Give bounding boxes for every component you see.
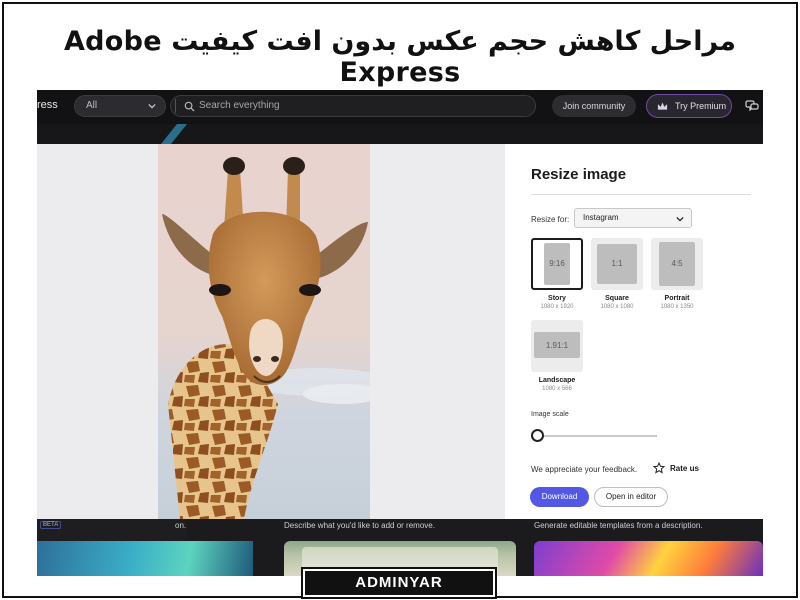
brand-name[interactable]: ress <box>37 99 58 111</box>
resize-for-select[interactable]: Instagram <box>574 208 692 228</box>
card-description: on. <box>175 521 187 530</box>
crown-icon <box>657 102 668 110</box>
join-community-button[interactable]: Join community <box>552 95 636 117</box>
beta-badge: BETA <box>40 521 62 529</box>
search-icon <box>184 101 195 112</box>
card-thumbnail[interactable] <box>37 541 253 576</box>
decorative-shape <box>161 124 187 144</box>
image-scale-label: Image scale <box>531 411 569 418</box>
open-in-editor-button[interactable]: Open in editor <box>594 487 668 507</box>
panel-title: Resize image <box>531 166 627 183</box>
option-dimensions: 1080 x 566 <box>542 386 572 392</box>
card-description: Generate editable templates from a descr… <box>534 521 703 530</box>
toolbar-strip <box>37 124 763 144</box>
option-ratio: 1.91:1 <box>545 341 569 350</box>
resize-panel: Resize image Resize for: Instagram 9:16 … <box>505 144 763 519</box>
option-thumbnail: 4:5 <box>651 238 703 290</box>
resize-workspace: Resize image Resize for: Instagram 9:16 … <box>37 144 763 574</box>
download-button[interactable]: Download <box>530 487 589 507</box>
resize-for-label: Resize for: <box>531 215 570 224</box>
divider <box>531 194 751 195</box>
slider-handle[interactable] <box>531 429 544 442</box>
canvas-area <box>37 144 505 519</box>
top-bar: ress All Search everything Join communit… <box>37 90 763 124</box>
chat-icon[interactable] <box>745 99 759 113</box>
resize-for-value: Instagram <box>583 213 619 222</box>
page-headline: مراحل کاهش حجم عکس بدون افت کیفیت Adobe … <box>63 26 736 88</box>
option-ratio: 9:16 <box>549 259 565 268</box>
option-name: Landscape <box>538 377 576 384</box>
rate-us-link[interactable]: Rate us <box>670 464 699 473</box>
option-thumbnail: 1:1 <box>591 238 643 290</box>
image-scale-slider[interactable] <box>537 435 657 437</box>
option-ratio: 1:1 <box>611 259 623 268</box>
try-premium-label: Try Premium <box>675 101 727 111</box>
option-name: Portrait <box>664 295 690 302</box>
search-divider <box>175 99 176 113</box>
option-thumbnail: 9:16 <box>531 238 583 290</box>
chevron-down-icon <box>676 216 684 222</box>
option-thumbnail: 1.91:1 <box>531 320 583 372</box>
search-placeholder: Search everything <box>199 100 280 111</box>
giraffe-image <box>158 144 370 519</box>
try-premium-button[interactable]: Try Premium <box>646 94 732 118</box>
star-icon <box>653 462 665 474</box>
card-description: Describe what you'd like to add or remov… <box>284 521 435 530</box>
search-input[interactable]: Search everything <box>170 95 536 117</box>
app-screenshot: ress All Search everything Join communit… <box>37 90 763 576</box>
chevron-down-icon <box>148 103 156 109</box>
option-dimensions: 1080 x 1350 <box>660 304 694 310</box>
option-ratio: 4:5 <box>671 259 683 268</box>
filter-value: All <box>86 100 98 111</box>
feature-cards: BETA on. Describe what you'd like to add… <box>37 519 763 576</box>
filter-dropdown[interactable]: All <box>74 95 166 117</box>
card-thumbnail[interactable] <box>534 541 763 576</box>
feedback-text: We appreciate your feedback. <box>531 465 638 474</box>
watermark-badge: ADMINYAR <box>301 567 497 599</box>
image-preview <box>158 144 370 519</box>
